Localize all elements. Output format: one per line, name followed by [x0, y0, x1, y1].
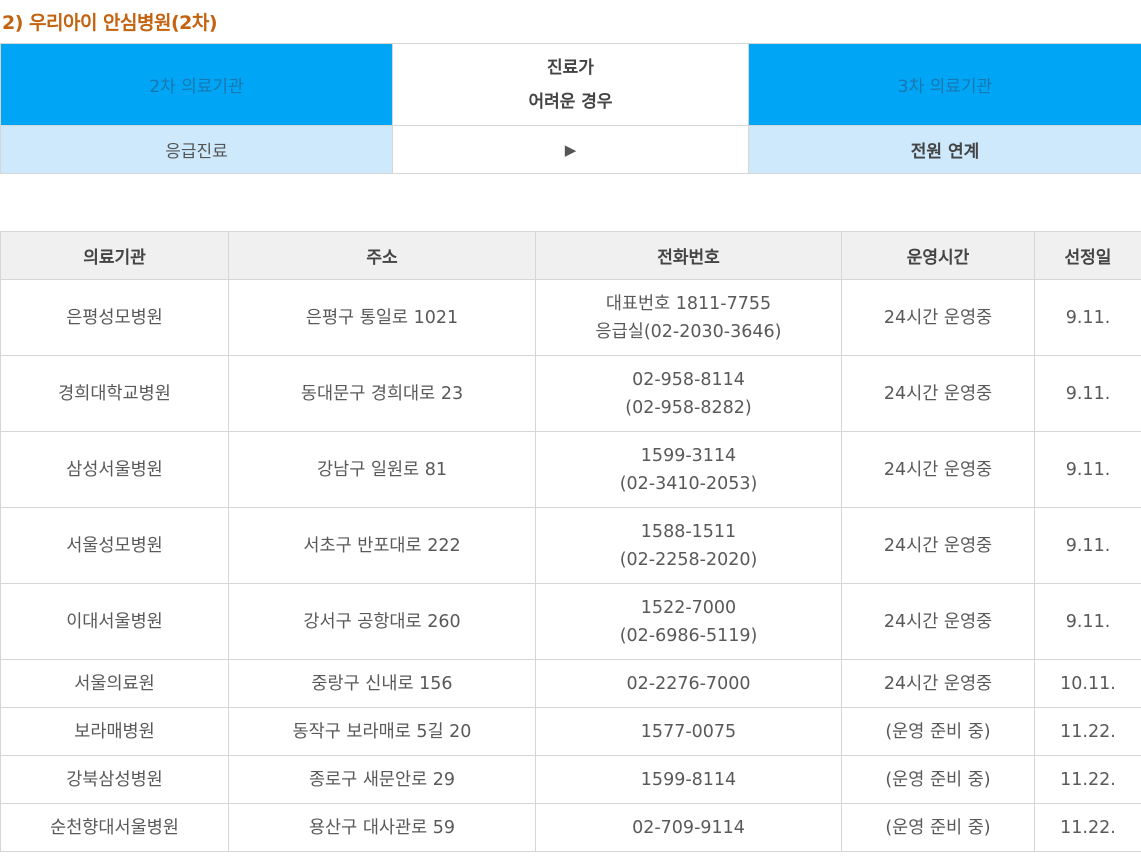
phone-line1: 대표번호 1811-7755 — [605, 293, 772, 314]
selection-date: 9.11. — [1034, 279, 1141, 356]
address: 은평구 통일로 1021 — [228, 279, 536, 356]
phone-line2: (02-3410-2053) — [619, 473, 758, 494]
table-row: 이대서울병원 강서구 공항대로 260 1522-7000 (02-6986-5… — [0, 583, 1141, 660]
hours: (운영 준비 중) — [841, 803, 1035, 852]
selection-date: 9.11. — [1034, 583, 1141, 660]
table-row: 서울성모병원 서초구 반포대로 222 1588-1511 (02-2258-2… — [0, 507, 1141, 584]
table-row: 강북삼성병원 종로구 새문안로 29 1599-8114 (운영 준비 중) 1… — [0, 755, 1141, 804]
phone: 1522-7000 (02-6986-5119) — [535, 583, 842, 660]
table-row: 은평성모병원 은평구 통일로 1021 대표번호 1811-7755 응급실(0… — [0, 279, 1141, 356]
phone: 대표번호 1811-7755 응급실(02-2030-3646) — [535, 279, 842, 356]
phone-line1: 02-958-8114 — [632, 369, 745, 390]
institution-name: 은평성모병원 — [0, 279, 229, 356]
phone-line2: (02-958-8282) — [625, 397, 752, 418]
selection-date: 11.22. — [1034, 755, 1141, 804]
table-row: 순천향대서울병원 용산구 대사관로 59 02-709-9114 (운영 준비 … — [0, 803, 1141, 852]
hours: 24시간 운영중 — [841, 507, 1035, 584]
phone: 02-709-9114 — [535, 803, 842, 852]
section-title: 2) 우리아이 안심병원(2차) — [2, 12, 218, 34]
hours: 24시간 운영중 — [841, 355, 1035, 432]
tertiary-institution-cell: 3차 의료기관 — [748, 43, 1141, 126]
hours: 24시간 운영중 — [841, 279, 1035, 356]
address: 서초구 반포대로 222 — [228, 507, 536, 584]
header-hours: 운영시간 — [841, 231, 1035, 280]
phone-line2: (02-2258-2020) — [619, 549, 758, 570]
institution-name: 강북삼성병원 — [0, 755, 229, 804]
phone: 02-958-8114 (02-958-8282) — [535, 355, 842, 432]
institution-name: 이대서울병원 — [0, 583, 229, 660]
phone-line2: (02-6986-5119) — [619, 625, 758, 646]
address: 강남구 일원로 81 — [228, 431, 536, 508]
institution-name: 순천향대서울병원 — [0, 803, 229, 852]
difficult-treatment-line2: 어려운 경우 — [528, 91, 613, 112]
address: 동대문구 경희대로 23 — [228, 355, 536, 432]
phone: 1588-1511 (02-2258-2020) — [535, 507, 842, 584]
table-row: 삼성서울병원 강남구 일원로 81 1599-3114 (02-3410-205… — [0, 431, 1141, 508]
secondary-institution-cell: 2차 의료기관 — [0, 43, 393, 126]
header-date: 선정일 — [1034, 231, 1141, 280]
institution-name: 보라매병원 — [0, 707, 229, 756]
hours: 24시간 운영중 — [841, 659, 1035, 708]
address: 종로구 새문안로 29 — [228, 755, 536, 804]
phone-line1: 1599-3114 — [640, 445, 737, 466]
header-address: 주소 — [228, 231, 536, 280]
selection-date: 10.11. — [1034, 659, 1141, 708]
institution-name: 삼성서울병원 — [0, 431, 229, 508]
transfer-link-cell: 전원 연계 — [748, 125, 1141, 174]
address: 강서구 공항대로 260 — [228, 583, 536, 660]
phone-line1: 1588-1511 — [640, 521, 737, 542]
selection-date: 9.11. — [1034, 431, 1141, 508]
institution-name: 경희대학교병원 — [0, 355, 229, 432]
phone: 1599-8114 — [535, 755, 842, 804]
header-institution: 의료기관 — [0, 231, 229, 280]
address: 동작구 보라매로 5길 20 — [228, 707, 536, 756]
selection-date: 11.22. — [1034, 707, 1141, 756]
phone: 1599-3114 (02-3410-2053) — [535, 431, 842, 508]
institution-name: 서울의료원 — [0, 659, 229, 708]
institution-name: 서울성모병원 — [0, 507, 229, 584]
phone-line2: 응급실(02-2030-3646) — [595, 321, 782, 342]
header-phone: 전화번호 — [535, 231, 842, 280]
selection-date: 9.11. — [1034, 355, 1141, 432]
hospital-table: 의료기관 주소 전화번호 운영시간 선정일 은평성모병원 은평구 통일로 102… — [0, 231, 1141, 852]
phone: 02-2276-7000 — [535, 659, 842, 708]
table-row: 서울의료원 중랑구 신내로 156 02-2276-7000 24시간 운영중 … — [0, 659, 1141, 708]
phone: 1577-0075 — [535, 707, 842, 756]
table-row: 경희대학교병원 동대문구 경희대로 23 02-958-8114 (02-958… — [0, 355, 1141, 432]
arrow-right-icon: ▶ — [392, 125, 749, 174]
phone-line1: 1522-7000 — [640, 597, 737, 618]
hours: 24시간 운영중 — [841, 431, 1035, 508]
hours: (운영 준비 중) — [841, 755, 1035, 804]
difficult-treatment-line1: 진료가 — [547, 57, 594, 78]
emergency-care-cell: 응급진료 — [0, 125, 393, 174]
selection-date: 9.11. — [1034, 507, 1141, 584]
table-header-row: 의료기관 주소 전화번호 운영시간 선정일 — [0, 231, 1141, 280]
referral-flow-table: 2차 의료기관 진료가 어려운 경우 3차 의료기관 응급진료 ▶ 전원 연계 — [0, 43, 1141, 174]
difficult-treatment-cell: 진료가 어려운 경우 — [392, 43, 749, 126]
hours: 24시간 운영중 — [841, 583, 1035, 660]
hours: (운영 준비 중) — [841, 707, 1035, 756]
address: 중랑구 신내로 156 — [228, 659, 536, 708]
selection-date: 11.22. — [1034, 803, 1141, 852]
address: 용산구 대사관로 59 — [228, 803, 536, 852]
table-row: 보라매병원 동작구 보라매로 5길 20 1577-0075 (운영 준비 중)… — [0, 707, 1141, 756]
